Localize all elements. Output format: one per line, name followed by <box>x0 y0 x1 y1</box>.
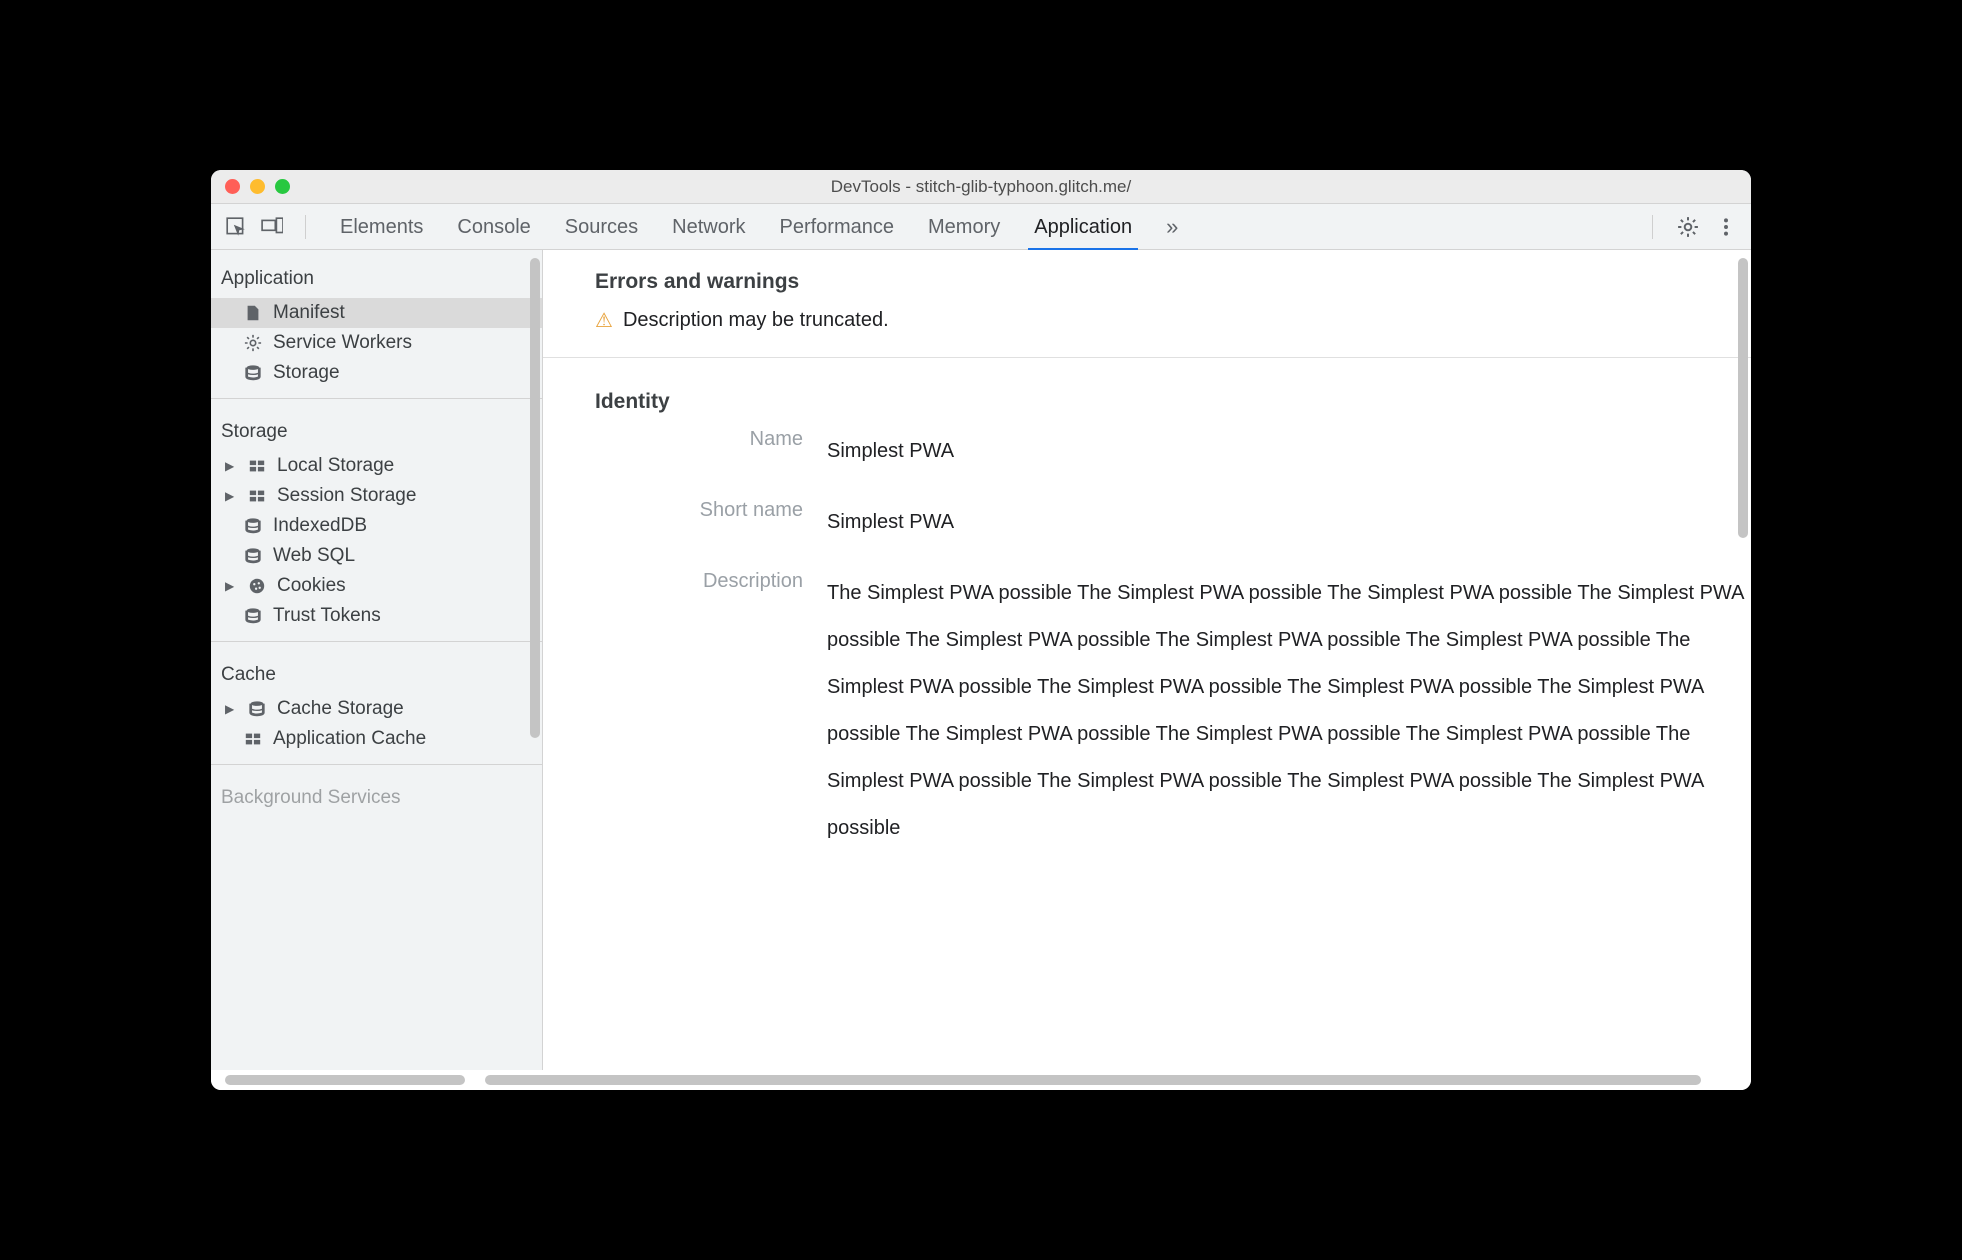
sidebar-item-label: Local Storage <box>277 455 394 477</box>
tab-elements[interactable]: Elements <box>340 206 423 248</box>
database-icon <box>243 516 263 536</box>
tab-network[interactable]: Network <box>672 206 745 248</box>
toolbar-divider <box>305 215 306 239</box>
toolbar-divider <box>1652 215 1653 239</box>
tab-memory[interactable]: Memory <box>928 206 1000 248</box>
main-panel: Errors and warnings ⚠ Description may be… <box>543 250 1751 1070</box>
database-icon <box>247 699 267 719</box>
identity-heading: Identity <box>595 390 1751 414</box>
sidebar-h-scrollbar[interactable] <box>225 1075 465 1085</box>
caret-icon: ▶ <box>225 579 235 593</box>
tab-console[interactable]: Console <box>457 206 530 248</box>
sidebar-item-label: Storage <box>273 362 340 384</box>
sidebar-item-cookies[interactable]: ▶ Cookies <box>211 571 542 601</box>
database-icon <box>243 546 263 566</box>
cookie-icon <box>247 576 267 596</box>
field-value: Simplest PWA <box>827 428 1751 475</box>
inspect-icon[interactable] <box>225 216 247 238</box>
caret-icon: ▶ <box>225 702 235 716</box>
content: Application Manifest Service Workers Sto… <box>211 250 1751 1070</box>
sidebar-item-storage[interactable]: Storage <box>211 358 542 388</box>
field-name: Name Simplest PWA <box>595 428 1751 475</box>
field-description: Description The Simplest PWA possible Th… <box>595 570 1751 852</box>
tab-performance[interactable]: Performance <box>780 206 895 248</box>
section-divider <box>543 357 1751 358</box>
errors-heading: Errors and warnings <box>595 270 1751 294</box>
sidebar-item-service-workers[interactable]: Service Workers <box>211 328 542 358</box>
sidebar-item-label: Trust Tokens <box>273 605 381 627</box>
field-value: The Simplest PWA possible The Simplest P… <box>827 570 1751 852</box>
field-value: Simplest PWA <box>827 499 1751 546</box>
sidebar-item-web-sql[interactable]: Web SQL <box>211 541 542 571</box>
sidebar-section-application: Application <box>211 256 542 298</box>
file-icon <box>243 303 263 323</box>
devtools-window: DevTools - stitch-glib-typhoon.glitch.me… <box>211 170 1751 1090</box>
table-icon <box>243 729 263 749</box>
sidebar-scrollbar[interactable] <box>530 258 540 738</box>
panel-tabs: Elements Console Sources Network Perform… <box>340 206 1178 248</box>
gear-icon <box>243 333 263 353</box>
sidebar-divider <box>211 764 542 765</box>
caret-icon: ▶ <box>225 489 235 503</box>
bottom-scrollbars <box>211 1070 1751 1090</box>
window-title: DevTools - stitch-glib-typhoon.glitch.me… <box>211 177 1751 197</box>
field-short-name: Short name Simplest PWA <box>595 499 1751 546</box>
sidebar-item-label: Manifest <box>273 302 345 324</box>
sidebar-item-label: Cache Storage <box>277 698 404 720</box>
tab-sources[interactable]: Sources <box>565 206 638 248</box>
sidebar-divider <box>211 641 542 642</box>
kebab-menu-icon[interactable] <box>1715 216 1737 238</box>
main-h-scrollbar[interactable] <box>485 1075 1701 1085</box>
caret-icon: ▶ <box>225 459 235 473</box>
database-icon <box>243 363 263 383</box>
main-scrollbar[interactable] <box>1738 258 1748 538</box>
device-toggle-icon[interactable] <box>261 216 283 238</box>
sidebar-section-cache: Cache <box>211 652 542 694</box>
warning-row: ⚠ Description may be truncated. <box>595 308 1751 333</box>
sidebar-item-application-cache[interactable]: Application Cache <box>211 724 542 754</box>
sidebar-divider <box>211 398 542 399</box>
sidebar-item-indexeddb[interactable]: IndexedDB <box>211 511 542 541</box>
titlebar: DevTools - stitch-glib-typhoon.glitch.me… <box>211 170 1751 204</box>
warning-icon: ⚠ <box>595 308 613 333</box>
settings-icon[interactable] <box>1677 216 1699 238</box>
field-label: Short name <box>595 499 827 522</box>
tabs-overflow-icon[interactable]: » <box>1166 214 1178 240</box>
close-window-button[interactable] <box>225 179 240 194</box>
toolbar: Elements Console Sources Network Perform… <box>211 204 1751 250</box>
sidebar-item-label: Application Cache <box>273 728 426 750</box>
sidebar: Application Manifest Service Workers Sto… <box>211 250 543 1070</box>
table-icon <box>247 486 267 506</box>
warning-text: Description may be truncated. <box>623 309 889 332</box>
sidebar-item-manifest[interactable]: Manifest <box>211 298 542 328</box>
sidebar-item-trust-tokens[interactable]: Trust Tokens <box>211 601 542 631</box>
traffic-lights <box>211 179 290 194</box>
database-icon <box>243 606 263 626</box>
tab-application[interactable]: Application <box>1034 206 1132 248</box>
sidebar-section-background-services: Background Services <box>211 775 542 817</box>
zoom-window-button[interactable] <box>275 179 290 194</box>
field-label: Description <box>595 570 827 593</box>
sidebar-section-storage: Storage <box>211 409 542 451</box>
sidebar-item-label: IndexedDB <box>273 515 367 537</box>
sidebar-item-label: Session Storage <box>277 485 416 507</box>
sidebar-item-local-storage[interactable]: ▶ Local Storage <box>211 451 542 481</box>
table-icon <box>247 456 267 476</box>
sidebar-item-label: Cookies <box>277 575 346 597</box>
sidebar-item-label: Service Workers <box>273 332 412 354</box>
sidebar-item-session-storage[interactable]: ▶ Session Storage <box>211 481 542 511</box>
minimize-window-button[interactable] <box>250 179 265 194</box>
field-label: Name <box>595 428 827 451</box>
sidebar-item-label: Web SQL <box>273 545 355 567</box>
sidebar-item-cache-storage[interactable]: ▶ Cache Storage <box>211 694 542 724</box>
